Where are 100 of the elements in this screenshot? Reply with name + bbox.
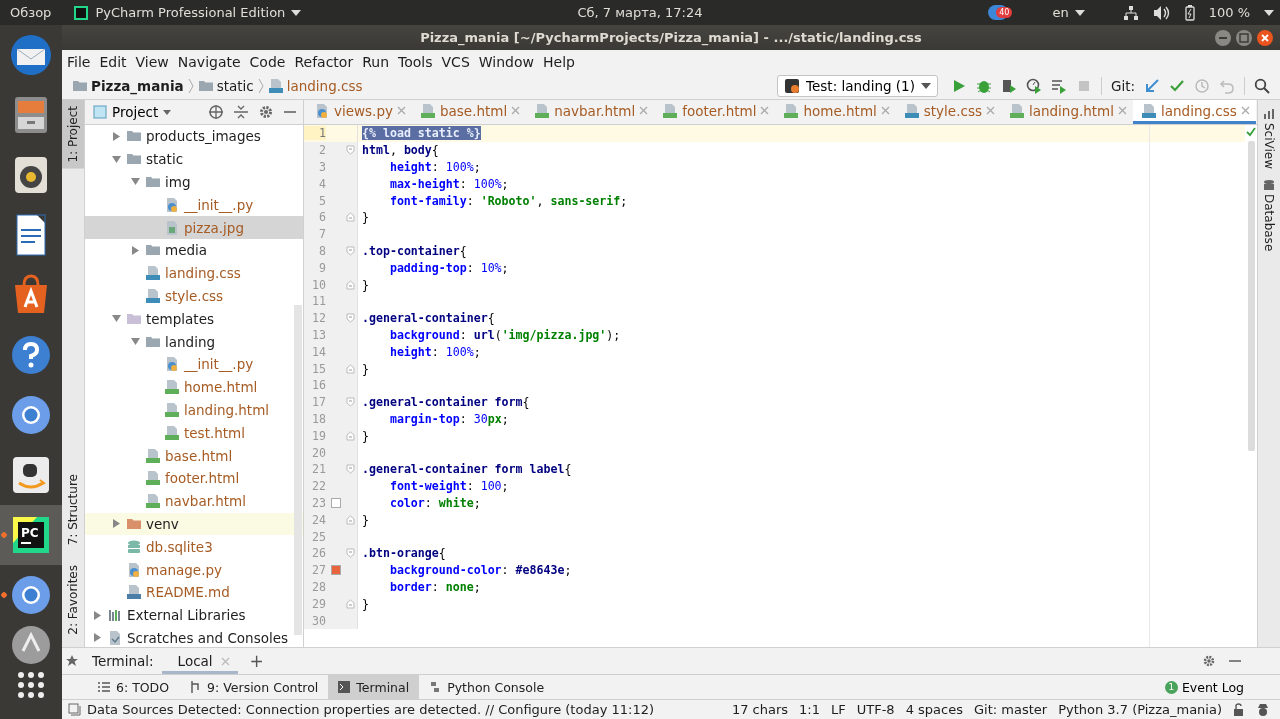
close-icon[interactable]: [511, 106, 521, 115]
scrollbar[interactable]: [1247, 141, 1255, 451]
tree-item[interactable]: Scratches and Consoles: [85, 626, 303, 647]
close-button[interactable]: [1256, 29, 1274, 47]
checkmark-icon[interactable]: [1169, 78, 1185, 94]
tree-item[interactable]: landing: [85, 330, 303, 353]
close-icon[interactable]: [880, 106, 890, 115]
collapsed-arrow-icon[interactable]: [111, 519, 121, 529]
tool-window-button[interactable]: Python Console: [419, 675, 555, 699]
collapsed-arrow-icon[interactable]: [92, 610, 102, 620]
volume-icon[interactable]: [1152, 4, 1171, 21]
tree-item[interactable]: products_images: [85, 125, 303, 148]
status-item[interactable]: 1:1: [799, 702, 820, 717]
tree-item[interactable]: static: [85, 147, 303, 171]
tool-window-button[interactable]: Terminal: [328, 675, 420, 699]
star-icon[interactable]: [66, 655, 78, 667]
close-icon[interactable]: [760, 106, 770, 115]
close-icon[interactable]: [397, 106, 406, 115]
menu-item[interactable]: Run: [361, 53, 391, 70]
color-swatch[interactable]: [331, 565, 341, 576]
menu-item[interactable]: VCS: [440, 53, 471, 70]
expanded-arrow-icon[interactable]: [130, 177, 140, 187]
tree-item[interactable]: pizza.jpg: [85, 216, 303, 239]
collapsed-arrow-icon[interactable]: [130, 245, 140, 255]
app-menu[interactable]: PyCharm Professional Edition: [73, 4, 302, 21]
tree-item[interactable]: base.html: [85, 444, 303, 467]
panel-icon[interactable]: [68, 703, 81, 716]
launcher-button[interactable]: PC: [0, 505, 62, 565]
tree-item[interactable]: img: [85, 170, 303, 194]
tree-item[interactable]: templates: [85, 307, 303, 331]
battery-icon[interactable]: [1184, 4, 1195, 21]
tree-item[interactable]: manage.py: [85, 558, 303, 581]
status-item[interactable]: LF: [831, 702, 846, 717]
collapsed-arrow-icon[interactable]: [111, 131, 121, 141]
tree-item[interactable]: style.css: [85, 284, 303, 308]
editor-tab[interactable]: views.py: [306, 100, 412, 124]
run-configuration-dropdown[interactable]: Test: landing (1): [777, 75, 938, 97]
tool-window-button[interactable]: 9: Version Control: [179, 675, 329, 699]
tree-item[interactable]: footer.html: [85, 466, 303, 490]
breadcrumb[interactable]: Pizza_mania: [70, 78, 186, 94]
expanded-arrow-icon[interactable]: [111, 154, 121, 164]
tree-item[interactable]: home.html: [85, 375, 303, 399]
editor-tab[interactable]: footer.html: [654, 100, 776, 124]
tool-window-tab[interactable]: Database: [1262, 179, 1276, 252]
tree-item[interactable]: landing.css: [85, 261, 303, 285]
menu-item[interactable]: Edit: [98, 53, 128, 70]
editor-tab[interactable]: navbar.html: [526, 100, 655, 124]
terminal-tab[interactable]: Local: [161, 648, 238, 674]
menu-item[interactable]: Refactor: [293, 53, 355, 70]
scrollbar[interactable]: [294, 305, 302, 635]
menu-item[interactable]: Navigate: [176, 53, 242, 70]
tool-window-tab[interactable]: SciView: [1262, 108, 1276, 170]
tree-item[interactable]: venv: [85, 512, 303, 536]
status-item[interactable]: Git: master: [974, 702, 1048, 717]
tree-item[interactable]: External Libraries: [85, 603, 303, 627]
clock[interactable]: Сб, 7 марта, 17:24: [577, 5, 703, 20]
editor-tab[interactable]: style.css: [895, 100, 1001, 124]
tree-item[interactable]: navbar.html: [85, 489, 303, 513]
menu-item[interactable]: Tools: [397, 53, 434, 70]
tool-window-tab[interactable]: 2: Favorites: [62, 559, 84, 641]
activities-button[interactable]: Обзор: [10, 5, 52, 20]
close-icon[interactable]: [985, 106, 995, 115]
editor-tab[interactable]: landing.css: [1133, 100, 1256, 124]
status-item[interactable]: Python 3.7 (Pizza_mania): [1058, 702, 1222, 717]
profile-icon[interactable]: [1025, 78, 1042, 94]
color-swatch[interactable]: [331, 497, 341, 508]
tool-window-tab[interactable]: 1: Project: [62, 100, 84, 169]
settings-icon[interactable]: [1202, 654, 1216, 668]
status-item[interactable]: UTF-8: [856, 702, 895, 717]
close-icon[interactable]: [639, 106, 649, 115]
unlocked-icon[interactable]: [1233, 702, 1245, 717]
update-arrow-icon[interactable]: [1144, 78, 1160, 94]
menu-item[interactable]: View: [134, 53, 170, 70]
breadcrumb[interactable]: static: [195, 78, 256, 94]
settings-icon[interactable]: [258, 104, 274, 120]
coverage-icon[interactable]: [1000, 78, 1017, 94]
crosshair-icon[interactable]: [208, 104, 224, 120]
tree-item[interactable]: landing.html: [85, 398, 303, 422]
breadcrumb[interactable]: landing.css: [265, 78, 365, 94]
close-icon[interactable]: [1118, 106, 1128, 115]
expanded-arrow-icon[interactable]: [130, 337, 140, 347]
tree-item[interactable]: media: [85, 239, 303, 262]
tree-item[interactable]: README.md: [85, 580, 303, 604]
collapsed-arrow-icon[interactable]: [92, 633, 102, 643]
keyboard-layout-menu[interactable]: en: [1046, 4, 1091, 21]
bug-icon[interactable]: [975, 78, 992, 94]
status-item[interactable]: 4 spaces: [905, 702, 963, 717]
run-list-icon[interactable]: [1050, 78, 1067, 94]
tree-item[interactable]: db.sqlite3: [85, 535, 303, 559]
menu-item[interactable]: Window: [477, 53, 535, 70]
tool-window-tab[interactable]: 7: Structure: [62, 467, 84, 552]
new-tab-button[interactable]: +: [245, 651, 268, 671]
menu-item[interactable]: Help: [542, 53, 576, 70]
status-message[interactable]: Data Sources Detected: Connection properties are detected. // Configure (today 11:12): [87, 702, 654, 717]
battery-level[interactable]: 100 %: [1208, 5, 1250, 20]
editor-tab[interactable]: home.html: [775, 100, 896, 124]
caret-icon[interactable]: [1264, 9, 1274, 16]
network-icon[interactable]: [1122, 4, 1139, 21]
status-item[interactable]: 17 chars: [731, 702, 789, 717]
editor-tab[interactable]: landing.html: [1000, 100, 1134, 124]
